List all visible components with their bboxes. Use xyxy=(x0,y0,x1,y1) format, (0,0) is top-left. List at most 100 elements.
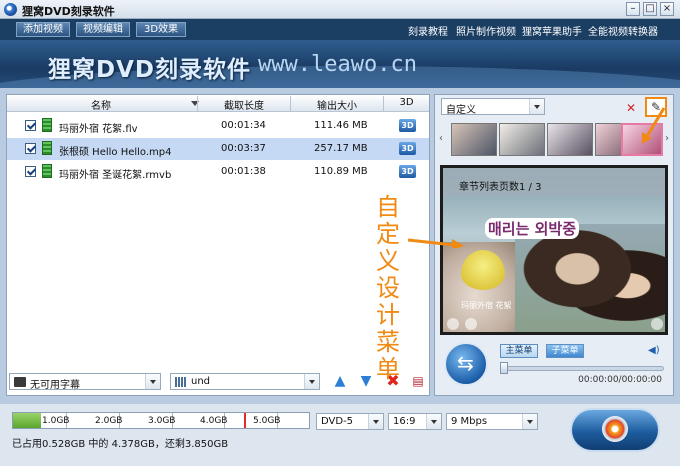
banner-brand: 狸窝DVD刻录软件 xyxy=(48,57,251,83)
bitrate-select[interactable]: 9 Mbps xyxy=(446,413,538,430)
sub-menu-button[interactable]: 子菜单 xyxy=(546,344,584,358)
minimize-button[interactable]: – xyxy=(626,2,640,16)
3d-settings-icon[interactable]: 3D xyxy=(399,142,416,155)
file-size: 110.89 MB xyxy=(314,166,368,177)
audio-track-select[interactable]: und xyxy=(170,373,320,390)
maximize-button[interactable]: □ xyxy=(643,2,657,16)
menu-preview-screen: 章节列表页数1 / 3 매리는 외박중 玛丽外宿 花絮 xyxy=(440,165,668,335)
chevron-down-icon[interactable] xyxy=(426,414,441,429)
timecode: 00:00:00/00:00:00 xyxy=(578,375,662,385)
chapter-page-label: 章节列表页数1 / 3 xyxy=(459,182,542,193)
chevron-down-icon[interactable] xyxy=(304,374,319,389)
row-checkbox[interactable] xyxy=(25,143,36,154)
menu-thumbnail[interactable] xyxy=(451,123,497,156)
main-menu-button[interactable]: 主菜单 xyxy=(500,344,538,358)
3d-settings-icon[interactable]: 3D xyxy=(399,119,416,132)
table-header: 名称 截取长度 输出大小 3D xyxy=(7,95,429,112)
subtitle-select[interactable]: 无可用字幕 xyxy=(9,373,161,391)
capacity-tick-label: 4.0GB xyxy=(200,416,228,426)
heart-button-icon[interactable] xyxy=(461,250,505,290)
disc-type-value: DVD-5 xyxy=(321,416,354,427)
link-apple-assistant[interactable]: 狸窝苹果助手 xyxy=(522,23,582,38)
3d-settings-icon[interactable]: 3D xyxy=(399,165,416,178)
preview-prev-icon[interactable] xyxy=(447,318,459,330)
clear-list-icon[interactable]: ▤ xyxy=(410,373,426,389)
aspect-ratio-select[interactable]: 16:9 xyxy=(388,413,442,430)
row-checkbox[interactable] xyxy=(25,120,36,131)
burn-disc-icon xyxy=(602,416,628,442)
capacity-tick-label: 1.0GB xyxy=(42,416,70,426)
preview-end-icon[interactable] xyxy=(651,318,663,330)
table-row[interactable]: 张根硕 Hello Hello.mp4 00:03:37 257.17 MB 3… xyxy=(7,138,429,160)
volume-icon[interactable]: ◀) xyxy=(648,345,660,356)
file-list-panel: 名称 截取长度 输出大小 3D 玛丽外宿 花絮.flv 00:01:34 111… xyxy=(6,94,430,396)
file-name: 玛丽外宿 圣诞花絮.rmvb xyxy=(59,170,172,181)
annotation-arrow-icon xyxy=(642,107,666,144)
capacity-used-fill xyxy=(13,413,41,428)
table-row[interactable]: 玛丽外宿 花絮.flv 00:01:34 111.46 MB 3D xyxy=(7,115,429,137)
preview-caption: 玛丽外宿 花絮 xyxy=(461,301,512,310)
annotation-text: 自定义设计菜单 xyxy=(376,193,400,383)
annotation-arrow-icon xyxy=(408,238,464,248)
audio-track-select-value: und xyxy=(191,376,211,387)
menu-template-select[interactable]: 自定义 xyxy=(441,98,545,116)
subtitle-select-value: 无可用字幕 xyxy=(30,380,80,391)
subtitle-icon xyxy=(14,377,26,387)
column-name[interactable]: 名称 xyxy=(7,97,195,112)
bitrate-value: 9 Mbps xyxy=(451,416,488,427)
remove-menu-icon[interactable]: ✕ xyxy=(626,101,636,115)
3d-effect-button[interactable]: 3D效果 xyxy=(136,22,186,37)
file-name: 玛丽外宿 花絮.flv xyxy=(59,124,138,135)
menu-template-value: 自定义 xyxy=(446,105,476,116)
audio-track-icon xyxy=(175,377,187,387)
seek-bar[interactable] xyxy=(500,366,664,371)
link-video-converter[interactable]: 全能视频转换器 xyxy=(588,23,658,38)
capacity-tick-label: 2.0GB xyxy=(95,416,123,426)
video-file-icon xyxy=(42,164,52,178)
banner-url: www.leawo.cn xyxy=(258,52,417,77)
thumb-prev-icon[interactable]: ‹ xyxy=(439,133,443,144)
table-row[interactable]: 玛丽外宿 圣诞花絮.rmvb 00:01:38 110.89 MB 3D xyxy=(7,161,429,183)
menu-thumbnail[interactable] xyxy=(499,123,545,156)
chevron-down-icon[interactable] xyxy=(522,414,537,429)
row-checkbox[interactable] xyxy=(25,166,36,177)
move-up-icon[interactable]: ▲ xyxy=(332,373,348,389)
file-duration: 00:01:38 xyxy=(221,166,266,177)
disc-type-select[interactable]: DVD-5 xyxy=(316,413,384,430)
column-size[interactable]: 输出大小 xyxy=(291,97,383,112)
banner: 狸窝DVD刻录软件 www.leawo.cn xyxy=(0,40,680,88)
close-button[interactable]: × xyxy=(660,2,674,16)
disc-capacity-bar: 1.0GB 2.0GB 3.0GB 4.0GB 5.0GB xyxy=(12,412,310,429)
navigation-pad-icon[interactable] xyxy=(444,342,488,386)
preview-logo-text: 매리는 외박중 xyxy=(485,218,580,239)
column-3d[interactable]: 3D xyxy=(384,97,429,108)
menu-thumbnail[interactable] xyxy=(547,123,593,156)
title-bar: 狸窝DVD刻录软件 – □ × xyxy=(0,0,680,19)
edit-video-button[interactable]: 视频编辑 xyxy=(76,22,130,37)
link-photo-video[interactable]: 照片制作视频 xyxy=(456,23,516,38)
capacity-limit-marker xyxy=(244,413,246,428)
file-duration: 00:01:34 xyxy=(221,120,266,131)
player-controls: 主菜单 子菜单 ◀) 00:00:00/00:00:00 xyxy=(440,340,668,392)
file-name: 张根硕 Hello Hello.mp4 xyxy=(59,147,172,158)
capacity-status: 已占用0.528GB 中的 4.378GB，还剩3.850GB xyxy=(12,439,229,450)
chevron-down-icon[interactable] xyxy=(529,99,544,114)
seek-handle[interactable] xyxy=(500,362,508,374)
status-bar: 1.0GB 2.0GB 3.0GB 4.0GB 5.0GB 已占用0.528GB 中的 … xyxy=(0,404,680,466)
chevron-down-icon[interactable] xyxy=(368,414,383,429)
toolbar: 添加视频 视频编辑 3D效果 刻录教程 照片制作视频 狸窝苹果助手 全能视频转换… xyxy=(0,19,680,40)
capacity-tick-label: 5.0GB xyxy=(253,416,281,426)
add-video-button[interactable]: 添加视频 xyxy=(16,22,70,37)
video-file-icon xyxy=(42,141,52,155)
video-file-icon xyxy=(42,118,52,132)
burn-button[interactable] xyxy=(570,408,660,452)
link-burn-tutorial[interactable]: 刻录教程 xyxy=(408,23,448,38)
capacity-tick-label: 3.0GB xyxy=(148,416,176,426)
window-title: 狸窝DVD刻录软件 xyxy=(22,5,115,18)
chevron-down-icon[interactable] xyxy=(145,374,160,389)
aspect-ratio-value: 16:9 xyxy=(393,416,416,427)
app-icon xyxy=(4,3,17,16)
preview-next-icon[interactable] xyxy=(465,318,477,330)
column-duration[interactable]: 截取长度 xyxy=(198,97,290,112)
preview-photo xyxy=(515,224,665,332)
